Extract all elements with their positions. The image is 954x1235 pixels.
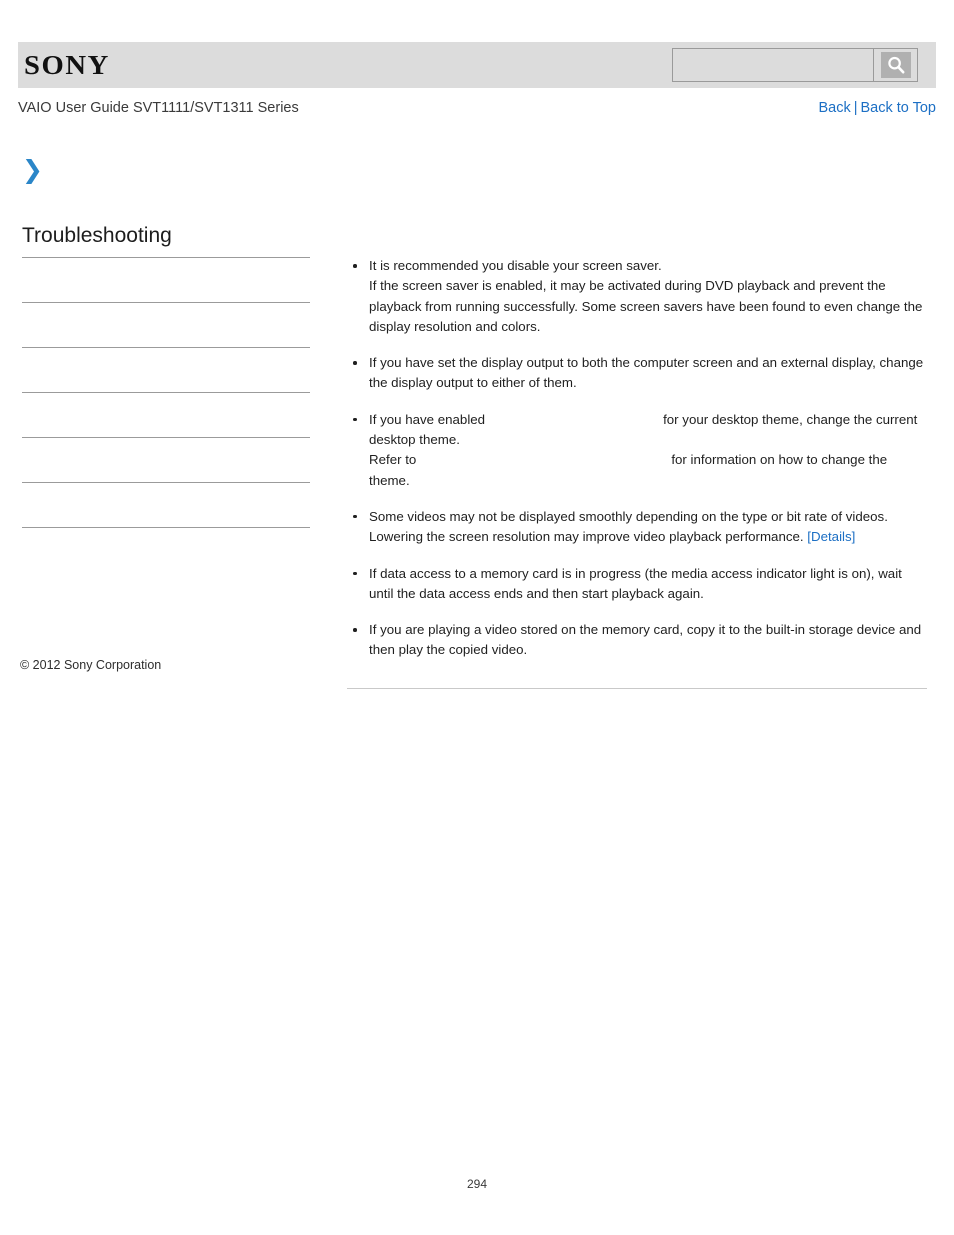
bullet-line: If you are playing a video stored on the…: [369, 622, 922, 658]
search-box[interactable]: [672, 48, 918, 82]
sidebar-item-3[interactable]: [22, 393, 310, 438]
search-icon: [880, 52, 911, 78]
bullet-line: If data access to a memory card is in pr…: [369, 565, 902, 601]
bullet-text-part: Refer to: [369, 452, 417, 468]
sidebar-item-1[interactable]: [22, 303, 310, 348]
back-to-top-link[interactable]: Back to Top: [860, 100, 936, 116]
bullet-line: If you have set the display output to bo…: [369, 355, 924, 391]
bullet-text-part: for information on how to change the the…: [369, 452, 888, 488]
copyright-notice: © 2012 Sony Corporation: [20, 658, 162, 672]
header-nav: Back | Back to Top: [818, 100, 936, 116]
sidebar-item-2[interactable]: [22, 348, 310, 393]
troubleshooting-bullet-list: It is recommended you disable your scree…: [347, 256, 927, 661]
bullet-item-screen-saver: It is recommended you disable your scree…: [347, 256, 927, 337]
nav-separator: |: [853, 100, 858, 116]
bullet-text-part: If you have enabled: [369, 411, 486, 427]
sidebar: ❯ Troubleshooting: [22, 157, 310, 528]
sidebar-section-title: Troubleshooting: [22, 224, 310, 258]
site-header: SONY: [18, 42, 936, 88]
bullet-item-memory-card-access: If data access to a memory card is in pr…: [347, 564, 927, 605]
main-content: It is recommended you disable your scree…: [347, 256, 927, 689]
search-input[interactable]: [673, 49, 873, 81]
sidebar-item-4[interactable]: [22, 438, 310, 483]
bullet-item-memory-card-copy: If you are playing a video stored on the…: [347, 620, 927, 661]
search-button[interactable]: [873, 49, 917, 81]
details-link[interactable]: [Details]: [807, 529, 855, 544]
bullet-item-desktop-theme: If you have enabled for your desktop them…: [347, 410, 927, 491]
sony-logo: SONY: [24, 49, 110, 80]
page-number: 294: [466, 1177, 488, 1191]
bullet-item-video-smoothness: Some videos may not be displayed smoothl…: [347, 507, 927, 548]
bullet-line: It is recommended you disable your scree…: [369, 258, 662, 273]
sidebar-item-0[interactable]: [22, 258, 310, 303]
back-link[interactable]: Back: [818, 100, 850, 116]
bullet-line: If the screen saver is enabled, it may b…: [369, 278, 923, 334]
sidebar-nav-list: [22, 258, 310, 528]
guide-title: VAIO User Guide SVT1111/SVT1311 Series: [18, 100, 299, 116]
bullet-item-display-output: If you have set the display output to bo…: [347, 353, 927, 394]
sidebar-item-5[interactable]: [22, 483, 310, 528]
sub-header: VAIO User Guide SVT1111/SVT1311 Series B…: [18, 100, 936, 122]
chevron-right-icon[interactable]: ❯: [22, 157, 44, 182]
